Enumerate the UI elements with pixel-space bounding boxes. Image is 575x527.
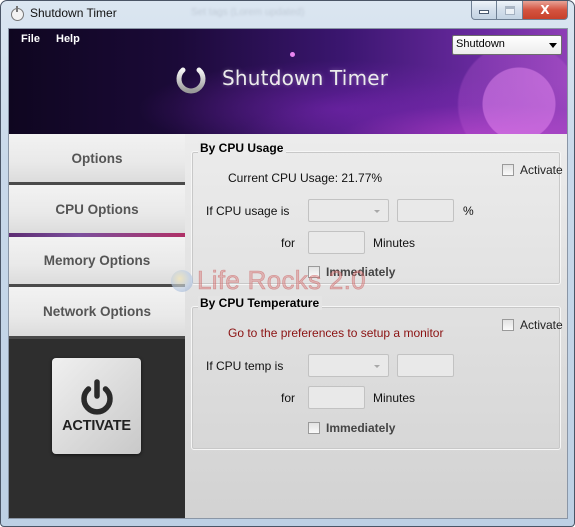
for-label: for (281, 391, 296, 405)
close-button[interactable]: X (523, 1, 568, 20)
cpu-usage-threshold-input[interactable] (397, 199, 454, 222)
decorative-dot (290, 52, 295, 57)
minimize-icon (479, 10, 489, 14)
sidebar-item-memory-options[interactable]: Memory Options (9, 237, 185, 287)
power-icon (11, 6, 24, 21)
cpu-temp-condition-label: If CPU temp is (206, 359, 284, 373)
minimize-button[interactable] (471, 1, 497, 20)
checkbox-label: Activate (520, 163, 563, 177)
cpu-temperature-group-title: By CPU Temperature (198, 296, 323, 310)
checkbox-label: Immediately (326, 265, 396, 279)
cpu-usage-immediately-checkbox[interactable]: Immediately (308, 265, 395, 279)
app-window: Shutdown Timer Set tags (Lorem updated) … (0, 0, 575, 527)
sidebar-item-cpu-options[interactable]: CPU Options (9, 185, 185, 237)
sidebar: Options CPU Options Memory Options Netwo… (9, 134, 185, 518)
current-cpu-usage: Current CPU Usage: 21.77% (228, 171, 383, 185)
cpu-usage-comparison-select[interactable] (308, 199, 389, 222)
client-area: File Help Shutdown Shutdown Timer Option… (8, 28, 568, 519)
activate-button-label: ACTIVATE (62, 418, 131, 434)
checkbox-label: Activate (520, 318, 563, 332)
checkbox-box[interactable] (308, 422, 320, 434)
checkbox-box[interactable] (502, 164, 514, 176)
cpu-usage-group-title: By CPU Usage (198, 141, 287, 155)
cpu-options-panel: By CPU Usage Activate Current CPU Usage:… (185, 134, 567, 518)
close-icon: X (540, 3, 550, 17)
checkbox-box[interactable] (308, 266, 320, 278)
maximize-button[interactable] (497, 1, 523, 20)
percent-unit-label: % (463, 204, 474, 218)
cpu-temp-minutes-input[interactable] (308, 386, 365, 409)
cpu-temp-comparison-select[interactable] (308, 354, 389, 377)
action-select[interactable]: Shutdown (452, 35, 562, 55)
chevron-down-icon (374, 365, 380, 368)
cpu-usage-group: By CPU Usage Activate Current CPU Usage:… (191, 141, 563, 285)
decorative-dot (307, 28, 310, 29)
cpu-usage-minutes-input[interactable] (308, 231, 365, 254)
app-logo-title: Shutdown Timer (222, 66, 389, 90)
maximize-icon (504, 5, 515, 15)
window-controls: X (471, 1, 568, 21)
cpu-usage-activate-checkbox[interactable]: Activate (502, 163, 563, 177)
header-banner: File Help Shutdown Shutdown Timer (9, 29, 567, 134)
checkbox-label: Immediately (326, 421, 396, 435)
cpu-temp-immediately-checkbox[interactable]: Immediately (308, 421, 395, 435)
checkbox-box[interactable] (502, 319, 514, 331)
activate-button[interactable]: ACTIVATE (52, 358, 141, 454)
cpu-temperature-activate-checkbox[interactable]: Activate (502, 318, 563, 332)
menu-help[interactable]: Help (56, 33, 80, 45)
sidebar-item-network-options[interactable]: Network Options (9, 287, 185, 339)
action-select-value: Shutdown (456, 38, 505, 50)
minutes-unit-label: Minutes (373, 391, 416, 405)
title-bar[interactable]: Shutdown Timer Set tags (Lorem updated) … (1, 1, 574, 28)
power-logo-icon (176, 61, 206, 94)
menu-file[interactable]: File (21, 33, 40, 45)
monitor-setup-warning: Go to the preferences to setup a monitor (228, 326, 444, 340)
cpu-temperature-group: By CPU Temperature Activate Go to the pr… (191, 296, 563, 450)
window-title: Shutdown Timer (30, 6, 117, 20)
sidebar-item-options[interactable]: Options (9, 134, 185, 185)
for-label: for (281, 236, 296, 250)
background-window-title: Set tags (Lorem updated) (191, 7, 305, 18)
minutes-unit-label: Minutes (373, 236, 416, 250)
cpu-usage-condition-label: If CPU usage is (206, 204, 290, 218)
power-icon (81, 379, 113, 415)
cpu-temp-threshold-input[interactable] (397, 354, 454, 377)
chevron-down-icon (549, 43, 557, 48)
chevron-down-icon (374, 210, 380, 213)
